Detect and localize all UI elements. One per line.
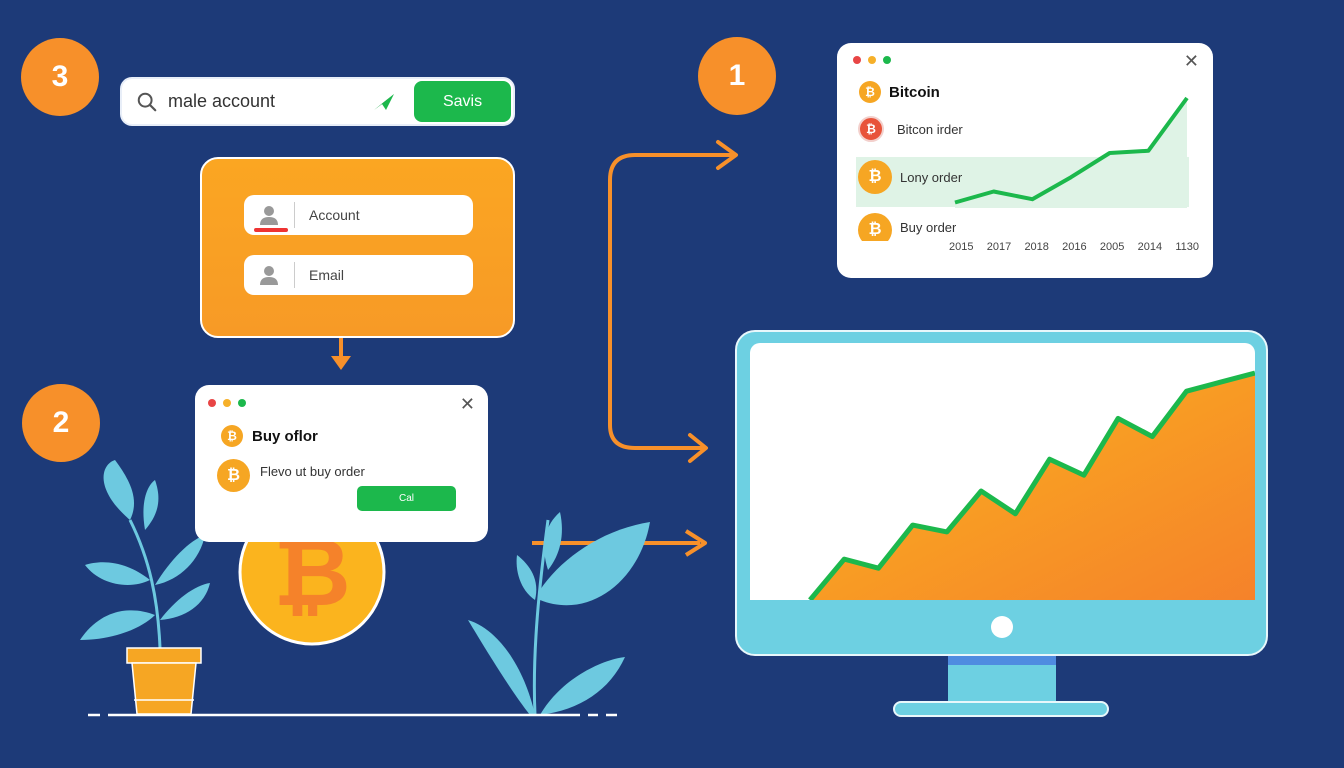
bitcoin-icon: ₿ [858, 213, 892, 241]
monitor-power-button[interactable] [991, 616, 1013, 638]
window-maximize-dot[interactable] [238, 399, 246, 407]
branch-arrows [608, 140, 738, 463]
bitcoin-icon: ₿ [858, 116, 884, 142]
monitor-screen [750, 343, 1255, 600]
order-item[interactable]: ₿ Buy order [858, 213, 956, 241]
order-item[interactable]: ₿ Bitcon irder [858, 116, 963, 142]
down-arrow [331, 338, 351, 370]
order-item-label: Buy order [900, 219, 957, 235]
x-tick-label: 2014 [1137, 241, 1163, 253]
plant-pot [126, 647, 202, 715]
x-tick-label: 2015 [949, 241, 974, 253]
buy-window-title: Buy oflor [252, 427, 318, 445]
monitor-neck [948, 656, 1056, 704]
bitcoin-window: ✕ ₿ Bitcoin ₿ Bitcon irder ₿ Lony order … [837, 43, 1213, 278]
confirm-button[interactable]: Cal [357, 486, 456, 511]
buy-window-header: ₿ Buy oflor [221, 425, 318, 447]
bitcoin-icon: ₿ [217, 459, 250, 492]
order-item-label: Bitcon irder [897, 121, 963, 137]
bitcoin-window-header: ₿ Bitcoin [859, 81, 940, 103]
bitcoin-icon: ₿ [859, 81, 881, 103]
x-tick-label: 2018 [1024, 241, 1049, 253]
window-minimize-dot[interactable] [223, 399, 231, 407]
buy-order-window: ✕ ₿ Buy oflor ₿ Flevo ut buy order Cal [195, 385, 488, 542]
x-tick-label: 2005 [1099, 241, 1125, 253]
close-icon[interactable]: ✕ [460, 395, 475, 413]
monitor [735, 330, 1268, 656]
bitcoin-icon: ₿ [221, 425, 243, 447]
plant-left [80, 460, 210, 649]
buy-window-message: Flevo ut buy order [260, 464, 365, 479]
order-item[interactable]: ₿ Lony order [858, 160, 962, 194]
monitor-base [893, 701, 1109, 717]
plant-right [468, 512, 650, 716]
growth-area-chart [808, 370, 1255, 600]
x-axis-labels: 2015 2017 2018 2016 2005 2014 1130 [949, 241, 1199, 253]
x-tick-label: 1130 [1175, 241, 1199, 253]
x-tick-label: 2017 [986, 241, 1012, 253]
x-tick-label: 2016 [1062, 241, 1087, 253]
bitcoin-window-title: Bitcoin [889, 83, 940, 101]
window-controls [208, 399, 246, 407]
buy-window-message-row: ₿ Flevo ut buy order [217, 459, 365, 492]
order-item-label: Lony order [900, 169, 963, 185]
window-close-dot[interactable] [208, 399, 216, 407]
bitcoin-icon: ₿ [858, 160, 892, 194]
